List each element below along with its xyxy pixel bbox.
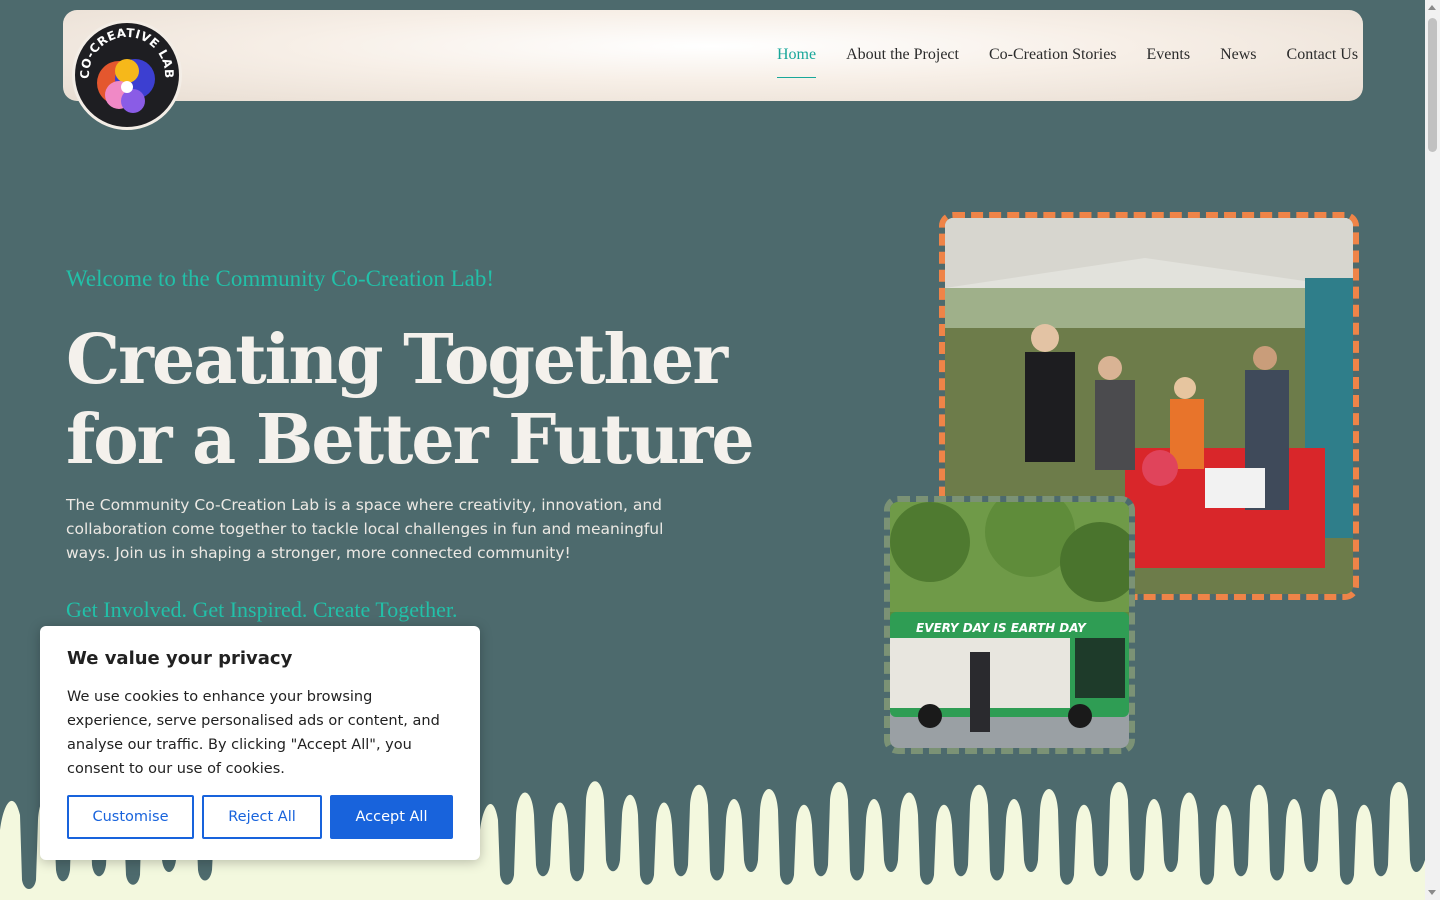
accept-all-button[interactable]: Accept All (330, 795, 453, 839)
cookie-title: We value your privacy (67, 648, 293, 669)
scroll-down-icon[interactable] (1428, 890, 1436, 895)
nav-news[interactable]: News (1220, 46, 1256, 78)
nav-home[interactable]: Home (777, 46, 817, 78)
svg-text:EVERY DAY IS EARTH DAY: EVERY DAY IS EARTH DAY (916, 621, 1087, 635)
hero-headline: Creating Together for a Better Future (66, 320, 766, 480)
customise-button[interactable]: Customise (67, 795, 194, 839)
cookie-consent-banner: We value your privacy We use cookies to … (40, 626, 480, 860)
scroll-up-icon[interactable] (1428, 5, 1436, 10)
main-nav: Home About the Project Co-Creation Stori… (777, 46, 1358, 78)
headline-line-2: for a Better Future (66, 400, 755, 480)
logo-icon: CO-CREATIVE LAB (78, 26, 176, 113)
headline-line-1: Creating Together (66, 320, 728, 400)
cookie-body: We use cookies to enhance your browsing … (67, 689, 440, 777)
hero-tagline: Get Involved. Get Inspired. Create Toget… (66, 597, 458, 622)
site-logo[interactable]: CO-CREATIVE LAB (72, 20, 182, 130)
scroll-thumb[interactable] (1428, 18, 1437, 152)
hero-eyebrow: Welcome to the Community Co-Creation Lab… (66, 266, 495, 291)
nav-stories[interactable]: Co-Creation Stories (989, 46, 1117, 78)
nav-contact[interactable]: Contact Us (1287, 46, 1359, 78)
hero-lead: The Community Co-Creation Lab is a space… (66, 496, 664, 562)
cookie-buttons: Customise Reject All Accept All (67, 795, 453, 839)
reject-all-button[interactable]: Reject All (202, 795, 322, 839)
nav-events[interactable]: Events (1147, 46, 1191, 78)
page-scrollbar[interactable] (1425, 0, 1440, 900)
bus-photo-image: EVERY DAY IS EARTH DAY (890, 502, 1129, 748)
nav-about[interactable]: About the Project (846, 46, 959, 78)
photo-earth-day-bus: EVERY DAY IS EARTH DAY (884, 496, 1135, 754)
